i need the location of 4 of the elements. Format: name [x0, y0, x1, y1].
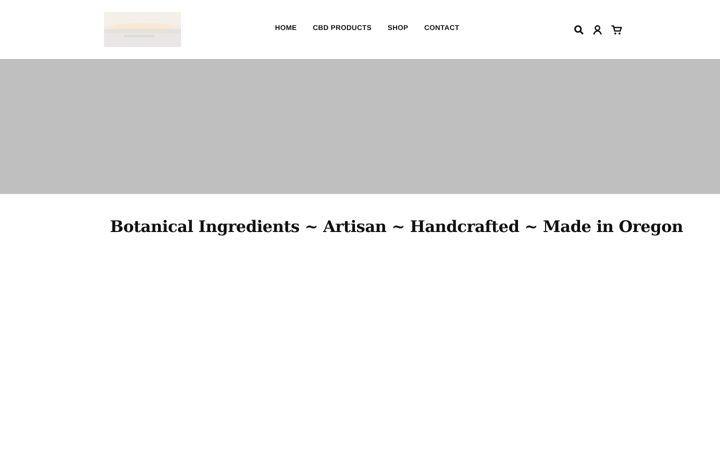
- user-icon[interactable]: [593, 24, 602, 34]
- tagline: Botanical Ingredients ~ Artisan ~ Handcrafted ~ Made in Oregon: [110, 216, 684, 238]
- cart-icon[interactable]: [611, 24, 622, 34]
- search-icon[interactable]: [574, 24, 584, 34]
